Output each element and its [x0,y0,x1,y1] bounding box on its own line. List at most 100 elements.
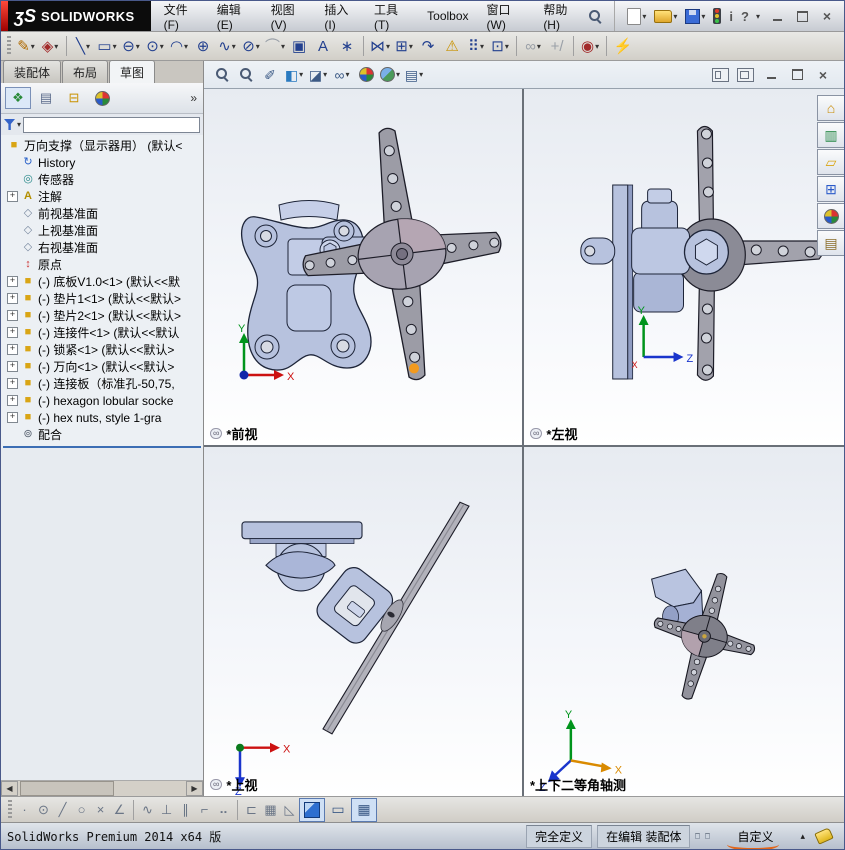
expand-toggle[interactable]: + [7,412,18,423]
dropdown-caret[interactable]: ▾ [537,42,541,51]
zoom-to-fit-button[interactable] [210,64,234,86]
expand-toggle[interactable]: + [7,276,18,287]
expand-toggle[interactable]: + [7,191,18,202]
menu-help[interactable]: 帮助(H) [534,1,588,36]
dropdown-caret[interactable]: ▾ [232,42,236,51]
new-document-button[interactable]: ▾ [625,6,648,27]
dropdown-caret[interactable]: ▾ [701,12,705,21]
panel-overflow-chevron[interactable]: » [190,91,199,105]
dropdown-caret[interactable]: ▾ [31,42,35,51]
dropdown-caret[interactable]: ▾ [345,70,349,79]
center-snap-button[interactable]: ⊙ [34,800,53,820]
text-button[interactable]: A [311,34,335,58]
units-caret[interactable]: ▴ [800,831,805,842]
quadrant-snap-button[interactable]: ○ [72,800,91,820]
dropdown-caret[interactable]: ▾ [86,42,90,51]
line-snap-button[interactable]: ╱ [53,800,72,820]
save-button[interactable]: ▾ [683,7,707,26]
scroll-thumb[interactable] [20,781,114,796]
expand-toggle[interactable]: + [7,344,18,355]
dropdown-caret[interactable]: ▾ [113,42,117,51]
hide-show-items-button[interactable]: ∞ ▾ [330,64,354,86]
dropdown-caret[interactable]: ▾ [281,42,285,51]
view-settings-button[interactable]: ▤ ▾ [402,64,426,86]
tab-sketch[interactable]: 草图 [109,60,156,83]
toolbar-grip[interactable] [8,799,12,820]
display-manager-tab[interactable] [89,87,115,109]
single-viewport-button[interactable]: ▭ [325,798,351,822]
display-style-button[interactable]: ◪ ▾ [306,64,330,86]
spline-button[interactable]: ∿ ▾ [215,34,239,58]
dropdown-caret[interactable]: ▾ [505,42,509,51]
circle-button[interactable]: ⊙ ▾ [143,34,167,58]
tree-item-mates[interactable]: ⊚ 配合 [3,426,203,443]
doc-pane-button-1[interactable] [712,67,729,82]
dropdown-caret[interactable]: ▾ [396,70,400,79]
tree-item-component-screw[interactable]: + ■ (-) hexagon lobular socke [3,392,203,409]
dropdown-caret[interactable]: ▾ [184,42,188,51]
tree-item-sensors[interactable]: ◎ 传感器 [3,171,203,188]
menu-edit[interactable]: 编辑(E) [208,1,262,36]
viewport-top-canvas[interactable]: X Z [204,447,522,796]
apply-scene-button[interactable]: ▾ [378,64,402,86]
hv-snap-button[interactable]: ⌐ [195,800,214,820]
intersection-snap-button[interactable]: × [91,800,110,820]
menu-insert[interactable]: 插入(I) [315,1,365,36]
doc-pane-button-2[interactable] [737,67,754,82]
smart-dimension-button[interactable]: ◈ ▾ [38,34,62,58]
move-entities-button[interactable]: ↷ [416,34,440,58]
menu-window[interactable]: 窗口(W) [478,1,535,36]
view-palette-button[interactable]: ⊞ [817,176,844,202]
tree-item-component-spacer1[interactable]: + ■ (-) 垫片1<1> (默认<<默认> [3,290,203,307]
dropdown-caret[interactable]: ▾ [673,12,677,21]
circular-pattern-button[interactable]: ⠿ ▾ [464,34,488,58]
viewport-dimetric-canvas[interactable]: Y Z X [524,447,844,796]
expand-toggle[interactable]: + [7,361,18,372]
viewport-left[interactable]: Y Z X ∞ *左视 [524,89,844,445]
viewport-front-canvas[interactable]: Y X [204,89,522,445]
expand-toggle[interactable]: + [7,395,18,406]
ellipse-button[interactable]: ⊘ ▾ [239,34,263,58]
filter-caret[interactable]: ▾ [17,120,21,129]
length-snap-button[interactable]: ⊏ [242,800,261,820]
viewport-front[interactable]: Y X ∞ *前视 [204,89,522,445]
previous-view-button[interactable]: ✐ [258,64,282,86]
dropdown-caret[interactable]: ▾ [419,70,423,79]
rebuild-button[interactable] [711,6,723,26]
expand-toggle[interactable]: + [7,310,18,321]
parallel-snap-button[interactable]: ∥ [176,800,195,820]
dropdown-caret[interactable]: ▾ [299,70,303,79]
appearances-scenes-button[interactable] [817,203,844,229]
dropdown-caret[interactable]: ▾ [54,42,58,51]
tree-item-component-plate[interactable]: + ■ (-) 连接板（标准孔-50,75, [3,375,203,392]
viewport-dimetric[interactable]: Y Z X *上下二等角轴测 [524,447,844,796]
section-view-button[interactable]: ◧ ▾ [282,64,306,86]
menu-tools[interactable]: 工具(T) [365,1,418,36]
perpendicular-snap-button[interactable]: ⊥ [157,800,176,820]
angle-display-button[interactable]: ◺ [280,800,299,820]
near-snap-button[interactable]: ⠤ [214,800,233,820]
filter-input[interactable] [23,116,200,133]
point-button[interactable]: ∗ [335,34,359,58]
repair-sketch-button[interactable]: ⚠ [440,34,464,58]
tree-item-component-nut[interactable]: + ■ (-) hex nuts, style 1-gra [3,409,203,426]
info-button[interactable]: i [727,7,735,26]
dropdown-caret[interactable]: ▾ [323,70,327,79]
viewport-left-canvas[interactable]: Y Z X [524,89,844,445]
tree-item-component-connector[interactable]: + ■ (-) 连接件<1> (默认<<默认 [3,324,203,341]
property-manager-tab[interactable]: ▤ [33,87,59,109]
viewport-top[interactable]: X Z ∞ *上视 [204,447,522,796]
restore-button[interactable] [793,8,811,24]
filter-icon[interactable] [4,119,15,130]
dropdown-caret[interactable]: ▾ [386,42,390,51]
doc-restore-button[interactable] [788,67,806,83]
doc-close-button[interactable]: × [814,67,832,83]
shaded-cube-button[interactable] [299,797,325,822]
expand-toggle[interactable]: + [7,378,18,389]
design-tree-tab[interactable]: ❖ [5,87,31,109]
expand-toggle[interactable]: + [7,293,18,304]
tree-item-component-spacer2[interactable]: + ■ (-) 垫片2<1> (默认<<默认> [3,307,203,324]
minimize-button[interactable] [768,8,786,24]
line-button[interactable]: ╲ ▾ [71,34,95,58]
tree-item-root-assembly[interactable]: ■ 万向支撑（显示器用） (默认< [3,137,203,154]
